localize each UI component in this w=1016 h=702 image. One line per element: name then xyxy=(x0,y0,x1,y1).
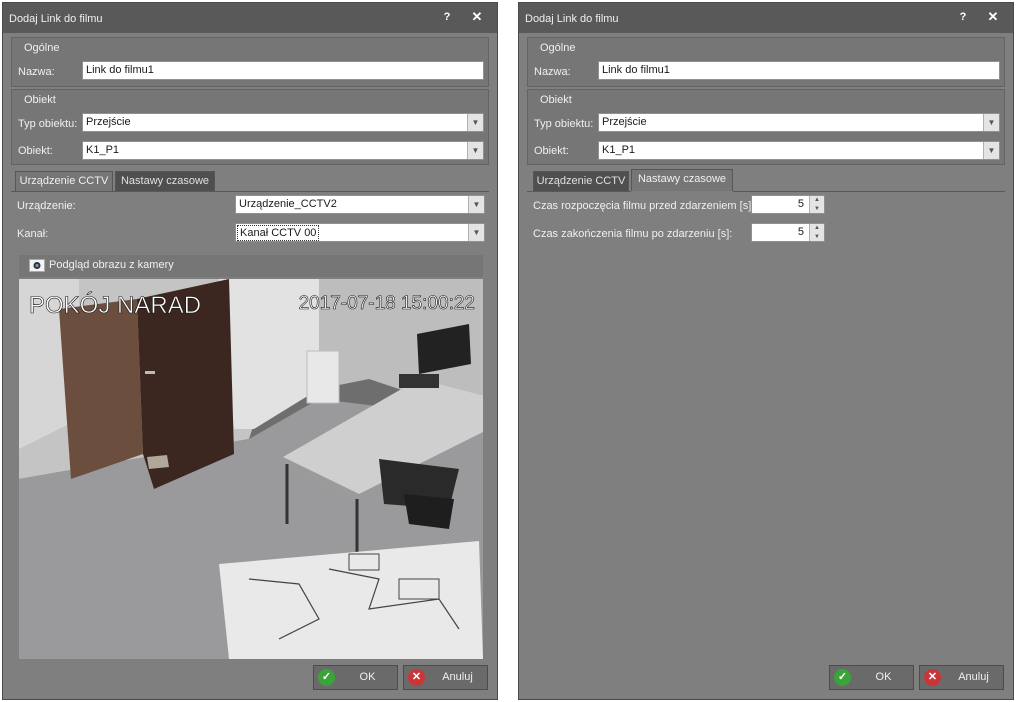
end-time-value: 5 xyxy=(797,226,804,238)
dialog-link-video-cctv: Dodaj Link do filmu ? ✕ Ogólne Nazwa: Li… xyxy=(2,2,498,700)
close-icon[interactable]: ✕ xyxy=(471,10,483,23)
cancel-button[interactable]: ✕ Anuluj xyxy=(403,665,488,690)
chevron-down-icon[interactable]: ▼ xyxy=(468,224,484,241)
tab-time-settings[interactable]: Nastawy czasowe xyxy=(115,171,215,191)
object-type-select[interactable]: Przejście ▼ xyxy=(82,113,484,132)
object-type-label: Typ obiektu: xyxy=(18,118,78,130)
object-type-value: Przejście xyxy=(86,116,131,128)
channel-select[interactable]: Kanał CCTV 00 ▼ xyxy=(235,223,485,242)
device-value: Urządzenie_CCTV2 xyxy=(239,198,337,210)
chevron-down-icon[interactable]: ▼ xyxy=(983,114,999,131)
check-icon: ✓ xyxy=(318,669,335,686)
close-icon[interactable]: ✕ xyxy=(987,10,999,23)
spin-down-icon[interactable]: ▼ xyxy=(810,233,824,241)
chevron-down-icon[interactable]: ▼ xyxy=(467,114,483,131)
cancel-label: Anuluj xyxy=(442,671,473,683)
check-icon: ✓ xyxy=(834,669,851,686)
ok-label: OK xyxy=(875,671,892,683)
general-group: Ogólne Nazwa: Link do filmu1 xyxy=(11,37,489,87)
camera-overlay-timestamp: 2017-07-18 15:00:22 xyxy=(299,293,475,314)
spin-down-icon[interactable]: ▼ xyxy=(810,205,824,213)
dialog-link-video-timing: Dodaj Link do filmu ? ✕ Ogólne Nazwa: Li… xyxy=(518,2,1014,700)
object-group-title: Obiekt xyxy=(540,94,572,106)
titlebar[interactable]: Dodaj Link do filmu ? ✕ xyxy=(3,3,497,33)
general-group-title: Ogólne xyxy=(24,42,60,54)
object-value: K1_P1 xyxy=(602,144,636,156)
spin-up-icon[interactable]: ▲ xyxy=(810,196,824,204)
object-select[interactable]: K1_P1 ▼ xyxy=(82,141,484,160)
object-label: Obiekt: xyxy=(18,145,53,157)
tab-cctv-device[interactable]: Urządzenie CCTV xyxy=(533,171,629,191)
device-label: Urządzenie: xyxy=(17,200,76,212)
dialog-footer: ✓ OK ✕ Anuluj xyxy=(11,665,489,693)
object-group: Obiekt Typ obiektu: Przejście ▼ Obiekt: … xyxy=(527,89,1005,165)
chevron-down-icon[interactable]: ▼ xyxy=(983,142,999,159)
dialog-footer: ✓ OK ✕ Anuluj xyxy=(527,665,1005,693)
name-label: Nazwa: xyxy=(534,66,571,78)
object-select[interactable]: K1_P1 ▼ xyxy=(598,141,1000,160)
end-time-label: Czas zakończenia filmu po zdarzeniu [s]: xyxy=(533,228,733,240)
cross-icon: ✕ xyxy=(924,669,941,686)
device-select[interactable]: Urządzenie_CCTV2 ▼ xyxy=(235,195,485,214)
tab-divider xyxy=(733,191,1005,192)
camera-icon xyxy=(29,259,45,272)
cancel-label: Anuluj xyxy=(958,671,989,683)
object-label: Obiekt: xyxy=(534,145,569,157)
name-input[interactable]: Link do filmu1 xyxy=(598,61,1000,80)
object-type-select[interactable]: Przejście ▼ xyxy=(598,113,1000,132)
tab-divider xyxy=(527,191,631,192)
window-title: Dodaj Link do filmu xyxy=(525,13,619,25)
camera-overlay-room: POKÓJ NARAD xyxy=(29,292,201,319)
object-value: K1_P1 xyxy=(86,144,120,156)
start-time-label: Czas rozpoczęcia filmu przed zdarzeniem … xyxy=(533,200,755,212)
titlebar[interactable]: Dodaj Link do filmu ? ✕ xyxy=(519,3,1013,33)
spin-up-icon[interactable]: ▲ xyxy=(810,224,824,232)
start-time-value: 5 xyxy=(797,198,804,210)
end-time-spinner[interactable]: 5 ▲ ▼ xyxy=(751,223,825,242)
ok-label: OK xyxy=(359,671,376,683)
start-time-spinner[interactable]: 5 ▲ ▼ xyxy=(751,195,825,214)
cancel-button[interactable]: ✕ Anuluj xyxy=(919,665,1004,690)
channel-label: Kanał: xyxy=(17,228,49,240)
object-type-label: Typ obiektu: xyxy=(534,118,594,130)
camera-preview-image: POKÓJ NARAD 2017-07-18 15:00:22 xyxy=(19,279,483,659)
tab-cctv-device[interactable]: Urządzenie CCTV xyxy=(15,171,113,191)
camera-preview-header: Podgląd obrazu z kamery xyxy=(19,255,483,277)
ok-button[interactable]: ✓ OK xyxy=(313,665,398,690)
object-group: Obiekt Typ obiektu: Przejście ▼ Obiekt: … xyxy=(11,89,489,165)
name-input[interactable]: Link do filmu1 xyxy=(82,61,484,80)
tab-divider xyxy=(11,191,489,192)
ok-button[interactable]: ✓ OK xyxy=(829,665,914,690)
window-title: Dodaj Link do filmu xyxy=(9,13,103,25)
tab-time-settings[interactable]: Nastawy czasowe xyxy=(631,169,733,191)
help-icon[interactable]: ? xyxy=(957,11,969,23)
cross-icon: ✕ xyxy=(408,669,425,686)
camera-scene: POKÓJ NARAD 2017-07-18 15:00:22 xyxy=(19,279,483,659)
chevron-down-icon[interactable]: ▼ xyxy=(468,196,484,213)
object-type-value: Przejście xyxy=(602,116,647,128)
object-group-title: Obiekt xyxy=(24,94,56,106)
channel-value: Kanał CCTV 00 xyxy=(237,225,320,241)
name-label: Nazwa: xyxy=(18,66,55,78)
chevron-down-icon[interactable]: ▼ xyxy=(467,142,483,159)
general-group: Ogólne Nazwa: Link do filmu1 xyxy=(527,37,1005,87)
general-group-title: Ogólne xyxy=(540,42,576,54)
camera-preview-label: Podgląd obrazu z kamery xyxy=(49,259,174,271)
spinner-buttons: ▲ ▼ xyxy=(809,224,824,241)
spinner-buttons: ▲ ▼ xyxy=(809,196,824,213)
help-icon[interactable]: ? xyxy=(441,11,453,23)
